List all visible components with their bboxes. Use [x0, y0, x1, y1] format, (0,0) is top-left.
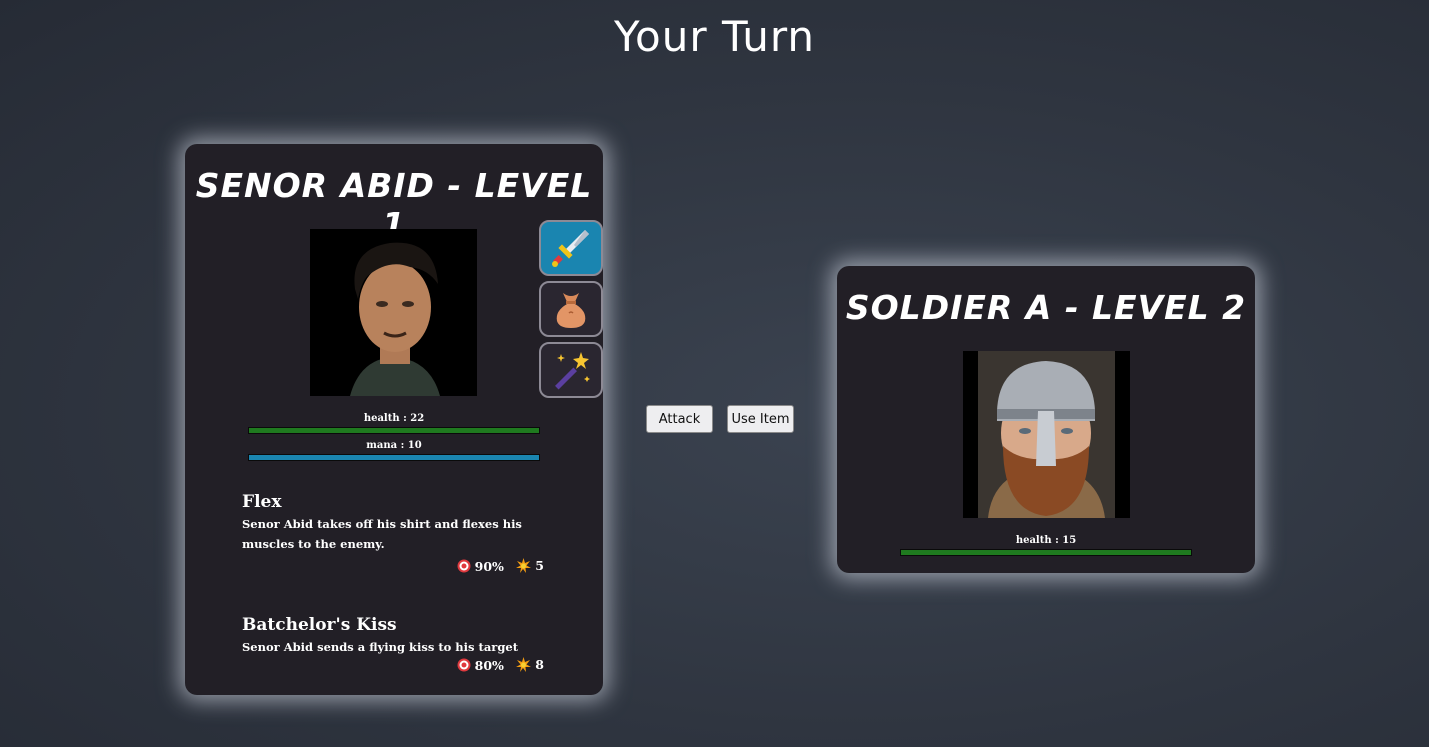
move-flex[interactable]: Flex Senor Abid takes off his shirt and … [242, 492, 544, 576]
player-mana-label: mana : 10 [366, 440, 422, 451]
attack-mode-button[interactable] [539, 220, 603, 276]
magic-wand-icon [555, 352, 590, 390]
player-portrait [310, 229, 477, 396]
damage-stat: 8 [516, 657, 544, 672]
enemy-health-label: health : 15 [1015, 535, 1077, 546]
accuracy-value: 80% [474, 657, 504, 673]
move-description: Senor Abid sends a flying kiss to his ta… [242, 640, 519, 654]
target-icon [457, 658, 471, 672]
move-stats: 90% 5 [242, 558, 544, 576]
attack-button[interactable]: Attack [646, 405, 713, 433]
enemy-health-fill [901, 550, 1191, 555]
player-health-bar [248, 427, 540, 434]
damage-value: 5 [535, 558, 544, 573]
move-name: Batchelor's Kiss [242, 615, 397, 635]
enemy-health-bar [900, 549, 1192, 556]
player-mana-bar [248, 454, 540, 461]
accuracy-stat: 80% [457, 658, 504, 673]
player-mana-fill [249, 455, 539, 460]
player-card: Senor Abid - Level 1 [185, 144, 603, 695]
accuracy-stat: 90% [457, 559, 504, 574]
player-health-fill [249, 428, 539, 433]
move-name: Flex [242, 492, 282, 512]
magic-mode-button[interactable] [539, 342, 603, 398]
damage-stat: 5 [516, 558, 544, 573]
item-mode-button[interactable] [539, 281, 603, 337]
use-item-button[interactable]: Use Item [727, 405, 794, 433]
player-health-label: health : 22 [363, 413, 425, 424]
damage-value: 8 [535, 657, 544, 672]
move-batchelors-kiss[interactable]: Batchelor's Kiss Senor Abid sends a flyi… [242, 615, 544, 675]
enemy-portrait [963, 351, 1130, 518]
move-stats: 80% 8 [242, 657, 544, 675]
enemy-card-title: Soldier A - Level 2 [845, 288, 1247, 327]
target-icon [457, 559, 471, 573]
money-bag-icon [556, 293, 586, 328]
collision-icon [516, 657, 532, 672]
collision-icon [516, 558, 532, 573]
accuracy-value: 90% [474, 558, 504, 574]
page-title: Your Turn [613, 12, 816, 61]
enemy-card: Soldier A - Level 2 health : 15 [837, 266, 1255, 573]
move-description: Senor Abid takes off his shirt and flexe… [242, 517, 522, 551]
sword-icon [552, 230, 589, 267]
